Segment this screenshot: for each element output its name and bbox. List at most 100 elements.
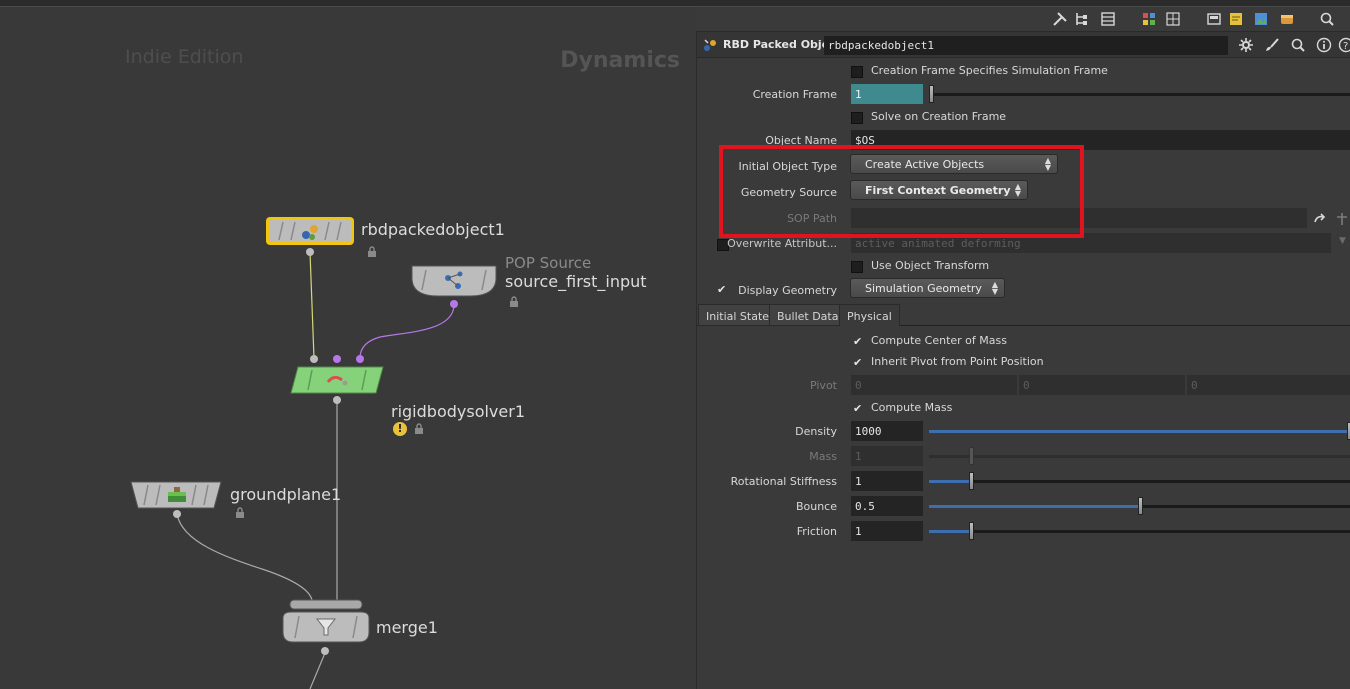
- rot-stiffness-slider[interactable]: [929, 472, 1350, 490]
- friction-label: Friction: [796, 525, 837, 538]
- warning-icon[interactable]: !: [393, 422, 407, 436]
- density-label: Density: [795, 425, 837, 438]
- slider-handle[interactable]: [929, 85, 934, 103]
- friction-field[interactable]: [851, 521, 923, 541]
- creation-frame-specifies-checkbox[interactable]: [851, 66, 863, 78]
- inherit-pivot-label: Inherit Pivot from Point Position: [871, 355, 1044, 368]
- mass-field[interactable]: [851, 446, 923, 466]
- density-slider[interactable]: [929, 422, 1350, 440]
- creation-frame-label: Creation Frame: [752, 88, 837, 101]
- compute-com-label: Compute Center of Mass: [871, 334, 1007, 347]
- node-label-merge: merge1: [376, 618, 438, 637]
- info-icon[interactable]: [1316, 37, 1332, 53]
- node-label-ground: groundplane1: [230, 485, 342, 504]
- output-connector[interactable]: [449, 299, 459, 309]
- object-name-label: Object Name: [765, 134, 837, 147]
- node-merge1[interactable]: merge1: [281, 598, 481, 648]
- image-icon[interactable]: [1253, 11, 1269, 27]
- list-icon[interactable]: [1100, 11, 1116, 27]
- parameter-tabs: Initial State Bullet Data Physical: [697, 304, 1350, 326]
- display-geometry-value: Simulation Geometry: [865, 282, 982, 295]
- output-connector[interactable]: [172, 509, 182, 519]
- object-name-field[interactable]: [851, 130, 1350, 150]
- rot-stiffness-label: Rotational Stiffness: [730, 475, 837, 488]
- tab-physical[interactable]: Physical: [839, 304, 900, 326]
- overwrite-attr-label: Overwrite Attribut...: [727, 237, 837, 250]
- initial-object-type-value: Create Active Objects: [865, 158, 985, 171]
- brush-icon[interactable]: [1264, 37, 1280, 53]
- compute-mass-check-icon[interactable]: ✔: [853, 403, 862, 415]
- node-ground-body[interactable]: [130, 481, 222, 509]
- sop-path-label: SOP Path: [787, 212, 837, 225]
- geometry-source-label: Geometry Source: [740, 186, 837, 199]
- mass-slider[interactable]: [929, 447, 1350, 465]
- network-editor[interactable]: Indie Edition Dynamics rbdpackedobject1 …: [0, 32, 696, 689]
- solve-on-creation-checkbox[interactable]: [851, 112, 863, 124]
- compute-mass-label: Compute Mass: [871, 401, 953, 414]
- gear-icon[interactable]: [1238, 37, 1254, 53]
- node-pop-body[interactable]: [410, 264, 498, 298]
- tab-initial-state[interactable]: Initial State: [698, 304, 778, 326]
- node-rbd-body[interactable]: [265, 216, 355, 246]
- jump-to-operator-icon[interactable]: [1313, 212, 1327, 226]
- inherit-pivot-check-icon[interactable]: ✔: [853, 357, 862, 369]
- node-chooser-icon[interactable]: [1335, 212, 1349, 226]
- slider-fill: [929, 480, 969, 483]
- solver-input-connectors[interactable]: [309, 354, 369, 364]
- tree-icon[interactable]: [1074, 11, 1090, 27]
- output-connector[interactable]: [305, 247, 315, 257]
- tab-bullet-data[interactable]: Bullet Data: [769, 304, 847, 326]
- lock-icon[interactable]: [508, 296, 520, 308]
- pivot-z-field[interactable]: [1187, 375, 1350, 395]
- bounce-field[interactable]: [851, 496, 923, 516]
- slider-fill: [929, 430, 1347, 433]
- lock-icon[interactable]: [234, 507, 246, 519]
- dropdown-arrows-icon: ▲ ▼: [991, 280, 998, 296]
- sop-path-field[interactable]: [851, 208, 1307, 228]
- initial-object-type-dropdown[interactable]: Create Active Objects ▲ ▼: [850, 154, 1058, 174]
- lock-icon[interactable]: [413, 423, 425, 435]
- display-geometry-dropdown[interactable]: Simulation Geometry ▲ ▼: [850, 278, 1005, 298]
- network-box-icon[interactable]: [1206, 11, 1222, 27]
- dot-icon[interactable]: [1279, 11, 1295, 27]
- pivot-x-field[interactable]: [851, 375, 1017, 395]
- slider-fill: [929, 530, 969, 533]
- node-merge-body[interactable]: [281, 598, 371, 646]
- geometry-source-dropdown[interactable]: First Context Geometry ▲ ▼: [850, 180, 1028, 200]
- grid-view-icon[interactable]: [1165, 11, 1181, 27]
- tools-icon[interactable]: [1052, 11, 1068, 27]
- node-solver-body[interactable]: [290, 366, 384, 394]
- pivot-y-field[interactable]: [1019, 375, 1185, 395]
- search-icon[interactable]: [1319, 11, 1335, 27]
- creation-frame-slider[interactable]: [929, 85, 1350, 103]
- rbd-node-icon: [704, 39, 716, 51]
- compute-com-check-icon[interactable]: ✔: [853, 336, 862, 348]
- title-strip: [0, 0, 1350, 7]
- svg-text:?: ?: [1343, 41, 1348, 52]
- node-name-field[interactable]: [824, 36, 1228, 55]
- use-object-transform-checkbox[interactable]: [851, 261, 863, 273]
- creation-frame-field[interactable]: [851, 84, 923, 104]
- node-rigidbodysolver1[interactable]: rigidbodysolver1 !: [290, 366, 550, 436]
- friction-slider[interactable]: [929, 522, 1350, 540]
- slider-handle[interactable]: [1138, 497, 1143, 515]
- overwrite-attr-field[interactable]: [851, 233, 1331, 253]
- slider-handle[interactable]: [969, 472, 974, 490]
- output-connector[interactable]: [320, 646, 330, 656]
- node-groundplane1[interactable]: groundplane1: [130, 481, 390, 525]
- dropdown-arrows-icon: ▲ ▼: [1014, 182, 1021, 198]
- output-connector[interactable]: [332, 395, 342, 405]
- lock-icon[interactable]: [366, 246, 378, 258]
- color-palette-icon[interactable]: [1141, 11, 1157, 27]
- slider-handle[interactable]: [969, 522, 974, 540]
- node-rbdpackedobject1[interactable]: rbdpackedobject1: [265, 216, 525, 258]
- sticky-note-icon[interactable]: [1228, 11, 1244, 27]
- help-icon[interactable]: ?: [1338, 37, 1350, 53]
- density-field[interactable]: [851, 421, 923, 441]
- bounce-slider[interactable]: [929, 497, 1350, 515]
- dropdown-arrows-icon: ▲ ▼: [1044, 156, 1051, 172]
- slider-handle[interactable]: [969, 447, 974, 465]
- search-icon[interactable]: [1290, 37, 1306, 53]
- rot-stiffness-field[interactable]: [851, 471, 923, 491]
- chevron-down-icon[interactable]: ▼: [1339, 236, 1346, 246]
